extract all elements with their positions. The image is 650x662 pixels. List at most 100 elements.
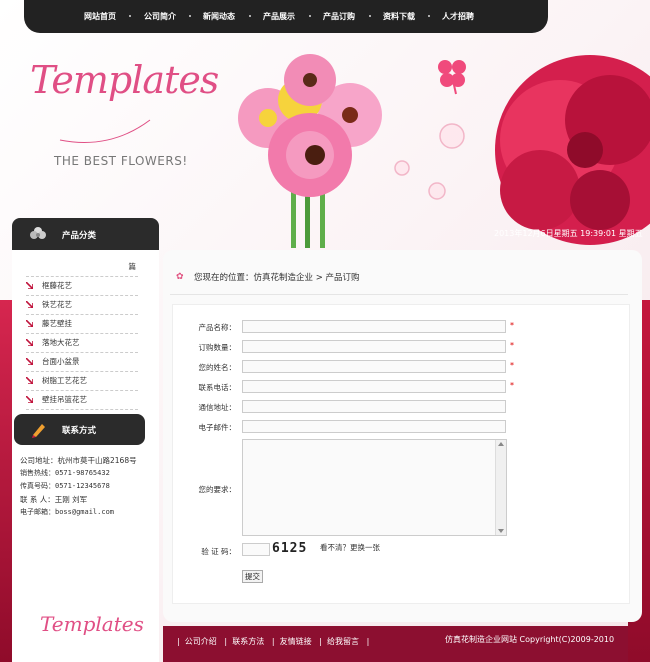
category-label: 藤艺壁挂: [42, 319, 72, 328]
footer-separator: |: [219, 637, 233, 646]
phone-input[interactable]: [242, 380, 506, 393]
category-item[interactable]: 壁挂吊篮花艺: [26, 391, 138, 410]
list-header: 篇: [26, 258, 138, 277]
nav-products[interactable]: 产品展示: [263, 11, 295, 22]
category-label: 落地大花艺: [42, 338, 80, 347]
top-navigation: 网站首页 公司简介 新闻动态 产品展示 产品订购 资料下载 人才招聘: [24, 0, 548, 33]
category-item[interactable]: 框藤花艺: [26, 277, 138, 296]
nav-separator: [129, 15, 131, 17]
footer-separator: |: [361, 637, 370, 646]
captcha-image[interactable]: 6125: [272, 541, 316, 556]
footer-separator: |: [314, 637, 328, 646]
contact-email: 电子邮箱：boss@gmail.com: [20, 508, 115, 516]
email-label: 电子邮件：: [198, 423, 237, 432]
product-name-input[interactable]: [242, 320, 506, 333]
required-marker: *: [510, 381, 514, 390]
category-label: 壁挂吊篮花艺: [42, 395, 87, 404]
clover-icon: [438, 60, 466, 95]
required-marker: *: [510, 361, 514, 370]
nav-separator: [428, 15, 430, 17]
category-item[interactable]: 台面小盆景: [26, 353, 138, 372]
textarea-scrollbar[interactable]: [495, 440, 506, 535]
arrow-icon: [26, 339, 33, 346]
scroll-up-icon[interactable]: [498, 442, 504, 446]
category-item[interactable]: 铁艺花艺: [26, 296, 138, 315]
email-input[interactable]: [242, 420, 506, 433]
category-label: 框藤花艺: [42, 281, 72, 290]
nav-home[interactable]: 网站首页: [84, 11, 116, 22]
address-label: 通信地址：: [198, 403, 237, 412]
nav-about[interactable]: 公司简介: [144, 11, 176, 22]
arrow-icon: [26, 301, 33, 308]
gerbera-bouquet-image: [238, 54, 382, 248]
contact-person: 联 系 人：王刚 刘军: [20, 495, 88, 504]
name-label: 您的姓名：: [198, 363, 237, 372]
footer: | 公司介绍 | 联系方法 | 友情链接 | 给我留言 | 仿真花制造企业网站 …: [163, 626, 628, 662]
category-item[interactable]: 藤艺壁挂: [26, 315, 138, 334]
contact-fax: 传真号码：0571-12345678: [20, 482, 110, 490]
pen-icon: [32, 424, 45, 438]
quantity-input[interactable]: [242, 340, 506, 353]
contact-title: 联系方式: [62, 426, 97, 436]
arrow-icon: [26, 282, 33, 289]
footer-link-contact[interactable]: 联系方法: [232, 637, 264, 646]
nav-downloads[interactable]: 资料下载: [383, 11, 415, 22]
flower-bullet-icon: ✿: [176, 272, 184, 282]
arrow-icon: [26, 396, 33, 403]
category-label: 树脂工艺花艺: [42, 376, 87, 385]
current-datetime: 2013年12月6日星期五 19:39:01 星期五: [494, 229, 643, 238]
product-name-label: 产品名称：: [198, 323, 237, 332]
captcha-label: 验 证 码：: [201, 547, 236, 556]
contact-address: 公司地址：杭州市莫干山路2168号: [20, 456, 137, 465]
product-category-header: 产品分类: [12, 218, 159, 250]
nav-jobs[interactable]: 人才招聘: [442, 11, 474, 22]
site-tagline: THE BEST FLOWERS!: [54, 154, 188, 168]
list-header-label: 篇: [128, 262, 137, 271]
site-logo[interactable]: Templates: [30, 58, 219, 102]
nav-order[interactable]: 产品订购: [323, 11, 355, 22]
submit-button[interactable]: 提交: [242, 570, 263, 583]
footer-copyright: 仿真花制造企业网站 Copyright(C)2009-2010: [445, 635, 615, 644]
category-item[interactable]: 树脂工艺花艺: [26, 372, 138, 391]
required-marker: *: [510, 341, 514, 350]
product-category-title: 产品分类: [62, 231, 97, 241]
contact-info: 公司地址：杭州市莫干山路2168号 销售热线：0571-98765432 传真号…: [20, 454, 137, 519]
quantity-label: 订购数量：: [198, 343, 237, 352]
red-flower-image: [495, 55, 650, 245]
category-item[interactable]: 落地大花艺: [26, 334, 138, 353]
flower-icon: [30, 227, 46, 239]
arrow-icon: [26, 377, 33, 384]
required-marker: *: [510, 321, 514, 330]
contact-sales-phone: 销售热线：0571-98765432: [20, 469, 110, 477]
captcha-refresh-link[interactable]: 看不清？更换一张: [320, 542, 380, 553]
footer-links: | 公司介绍 | 联系方法 | 友情链接 | 给我留言 |: [177, 636, 369, 647]
name-input[interactable]: [242, 360, 506, 373]
nav-separator: [249, 15, 251, 17]
nav-separator: [189, 15, 191, 17]
arrow-icon: [26, 358, 33, 365]
category-label: 台面小盆景: [42, 357, 80, 366]
divider: [170, 294, 628, 295]
category-label: 铁艺花艺: [42, 300, 72, 309]
footer-link-friends[interactable]: 友情链接: [280, 637, 312, 646]
nav-separator: [369, 15, 371, 17]
scroll-down-icon[interactable]: [498, 529, 504, 533]
nav-separator: [309, 15, 311, 17]
request-label: 您的要求：: [198, 485, 237, 494]
address-input[interactable]: [242, 400, 506, 413]
phone-label: 联系电话：: [198, 383, 237, 392]
breadcrumb: 您现在的位置：仿真花制造企业 > 产品订购: [194, 273, 360, 283]
footer-separator: |: [266, 637, 280, 646]
sidebar-footer-logo: Templates: [40, 612, 144, 636]
footer-separator: |: [177, 637, 185, 646]
logo-swirl: [59, 119, 151, 143]
footer-link-message[interactable]: 给我留言: [327, 637, 359, 646]
contact-header: 联系方式: [14, 414, 145, 445]
captcha-input[interactable]: [242, 543, 270, 556]
product-category-list: 篇 框藤花艺 铁艺花艺 藤艺壁挂 落地大花艺 台面小盆景 树脂工艺花艺 壁挂吊篮…: [26, 258, 138, 410]
nav-news[interactable]: 新闻动态: [203, 11, 235, 22]
bubbles-decoration: [394, 123, 465, 200]
arrow-icon: [26, 320, 33, 327]
request-textarea[interactable]: [242, 439, 507, 536]
footer-link-about[interactable]: 公司介绍: [185, 637, 217, 646]
